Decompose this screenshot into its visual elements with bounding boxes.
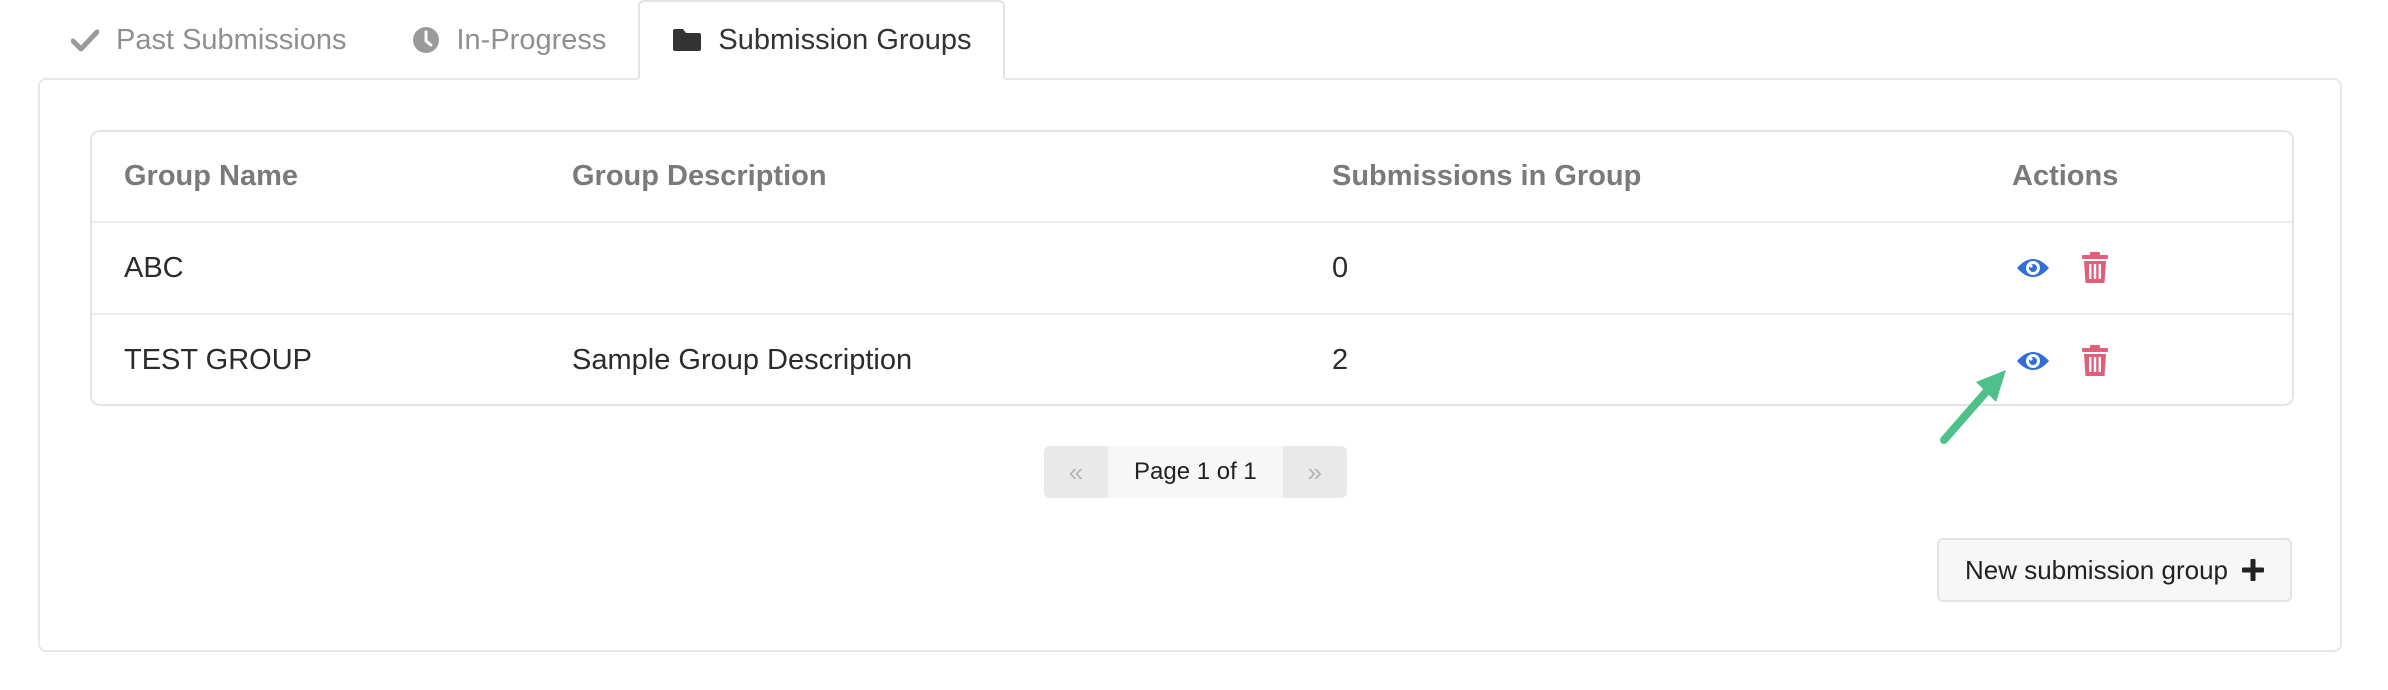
- table-row: ABC 0: [92, 221, 2292, 314]
- eye-icon: [2017, 259, 2049, 277]
- view-group-button[interactable]: [2016, 251, 2050, 285]
- tab-submission-groups[interactable]: Submission Groups: [638, 0, 1006, 80]
- clock-icon: [411, 25, 441, 55]
- groups-table: Group Name Group Description Submissions…: [92, 132, 2292, 404]
- annotation-arrow-icon: [1940, 370, 2006, 444]
- view-group-button[interactable]: [2016, 344, 2050, 378]
- folder-icon: [672, 25, 702, 55]
- new-submission-group-button[interactable]: New submission group: [1936, 538, 2292, 602]
- page-indicator: Page 1 of 1: [1108, 446, 1283, 498]
- column-header-group-description: Group Description: [572, 160, 827, 192]
- eye-icon: [2017, 351, 2049, 370]
- tab-label: Past Submissions: [116, 23, 347, 56]
- previous-page-button[interactable]: «: [1044, 446, 1108, 498]
- submission-groups-panel: Group Name Group Description Submissions…: [38, 78, 2342, 652]
- delete-group-button[interactable]: [2078, 251, 2112, 285]
- tab-label: In-Progress: [456, 23, 607, 56]
- tab-label: Submission Groups: [718, 23, 972, 56]
- pagination: « Page 1 of 1 »: [1044, 446, 1347, 498]
- tab-in-progress[interactable]: In-Progress: [379, 0, 639, 80]
- groups-table-card: Group Name Group Description Submissions…: [90, 130, 2294, 406]
- column-header-group-name: Group Name: [124, 160, 299, 192]
- trash-icon: [2082, 344, 2108, 376]
- tab-bar: Past Submissions In-Progress Submission …: [38, 0, 1006, 80]
- delete-group-button[interactable]: [2078, 344, 2112, 378]
- column-header-actions: Actions: [2012, 160, 2119, 192]
- group-name-cell: TEST GROUP: [92, 313, 540, 404]
- table-header-row: Group Name Group Description Submissions…: [92, 132, 2292, 222]
- next-page-button[interactable]: »: [1283, 446, 1347, 498]
- check-icon: [70, 25, 100, 55]
- plus-icon: [2242, 559, 2264, 581]
- submission-count-cell: 2: [1300, 313, 1980, 404]
- group-name-cell: ABC: [92, 221, 540, 314]
- group-description-cell: [540, 221, 1300, 314]
- submission-count-cell: 0: [1300, 221, 1980, 314]
- group-description-cell: Sample Group Description: [540, 313, 1300, 404]
- actions-cell: [1980, 313, 2292, 404]
- actions-cell: [1980, 221, 2292, 314]
- tab-past-submissions[interactable]: Past Submissions: [38, 0, 379, 80]
- column-header-submissions-in-group: Submissions in Group: [1332, 160, 1642, 192]
- new-submission-group-label: New submission group: [1964, 554, 2228, 585]
- trash-icon: [2082, 252, 2108, 283]
